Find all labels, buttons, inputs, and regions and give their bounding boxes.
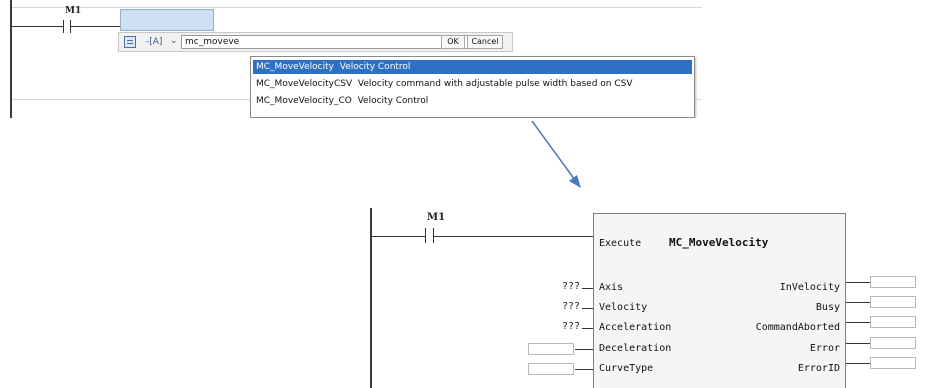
pin-wire <box>846 343 870 344</box>
selected-cell[interactable] <box>120 9 214 31</box>
suggestion-description: Velocity Control <box>339 62 411 72</box>
left-power-rail <box>370 208 372 388</box>
left-power-rail <box>10 0 12 118</box>
suggestion-item[interactable]: MC_MoveVelocity Velocity Control <box>253 60 692 74</box>
output-pin-label: Error <box>809 343 840 354</box>
pin-wire <box>846 302 870 303</box>
curvetype-input-field[interactable] <box>528 363 574 375</box>
suggestion-name: MC_MoveVelocityCSV <box>256 79 353 89</box>
rung-wire <box>71 26 120 27</box>
instruction-list-icon[interactable] <box>124 36 136 48</box>
pin-wire <box>575 369 593 370</box>
pin-wire <box>582 288 593 289</box>
suggestion-name: MC_MoveVelocity_CO <box>256 96 352 106</box>
output-pin-label: CommandAborted <box>755 322 840 333</box>
function-block-title: MC_MoveVelocity <box>669 236 769 249</box>
function-block[interactable]: Execute MC_MoveVelocity Axis Velocity Ac… <box>593 213 846 388</box>
invelocity-output-field[interactable] <box>870 276 916 288</box>
rung-wire <box>434 236 593 237</box>
input-pin-label: Acceleration <box>599 322 672 333</box>
rung-wire <box>372 236 425 237</box>
input-pin-label: Velocity <box>599 302 648 313</box>
commandaborted-output-field[interactable] <box>870 316 916 328</box>
ok-button[interactable]: OK <box>441 35 465 49</box>
contact-left-bar[interactable] <box>63 20 64 33</box>
rung-separator <box>12 7 702 8</box>
rung-wire <box>12 26 63 27</box>
transition-arrow-icon <box>531 120 581 188</box>
contact-label: M1 <box>65 6 82 16</box>
input-pin-label: Deceleration <box>599 343 672 354</box>
suggestion-dropdown: MC_MoveVelocity Velocity Control MC_Move… <box>250 56 695 118</box>
pin-wire <box>575 349 593 350</box>
pin-wire <box>846 282 870 283</box>
pin-wire <box>846 322 870 323</box>
pin-wire <box>846 363 870 364</box>
output-pin-label: InVelocity <box>779 282 840 293</box>
suggestion-name: MC_MoveVelocity <box>256 62 334 72</box>
pin-wire <box>582 308 593 309</box>
busy-output-field[interactable] <box>870 296 916 308</box>
ladder-editor-autocomplete: M1 -[A] ⌄ mc_moveve OK Cancel MC_MoveVel… <box>0 0 705 118</box>
suggestion-description: Velocity command with adjustable pulse w… <box>357 79 633 89</box>
ladder-editor-result: M1 Execute MC_MoveVelocity Axis Velocity… <box>370 208 931 388</box>
input-pin-label: Axis <box>599 282 624 293</box>
execute-pin-label: Execute <box>599 238 642 249</box>
cancel-button[interactable]: Cancel <box>467 35 503 49</box>
error-output-field[interactable] <box>870 337 916 349</box>
deceleration-input-field[interactable] <box>528 343 574 355</box>
axis-operand[interactable]: ??? <box>540 281 580 292</box>
velocity-operand[interactable]: ??? <box>540 301 580 312</box>
output-pin-label: ErrorID <box>797 363 840 374</box>
instruction-type-label[interactable]: -[A] <box>146 37 162 47</box>
output-pin-label: Busy <box>815 302 840 313</box>
errorid-output-field[interactable] <box>870 357 916 369</box>
suggestion-item[interactable]: MC_MoveVelocityCSV Velocity command with… <box>253 77 692 91</box>
chevron-down-icon[interactable]: ⌄ <box>170 36 178 46</box>
instruction-input-bar: -[A] ⌄ mc_moveve OK Cancel <box>118 32 513 52</box>
acceleration-operand[interactable]: ??? <box>540 321 580 332</box>
suggestion-item[interactable]: MC_MoveVelocity_CO Velocity Control <box>253 94 692 108</box>
suggestion-description: Velocity Control <box>357 96 429 106</box>
pin-wire <box>582 328 593 329</box>
contact-left-bar[interactable] <box>425 228 426 243</box>
input-pin-label: CurveType <box>599 363 654 374</box>
contact-label: M1 <box>427 212 446 223</box>
